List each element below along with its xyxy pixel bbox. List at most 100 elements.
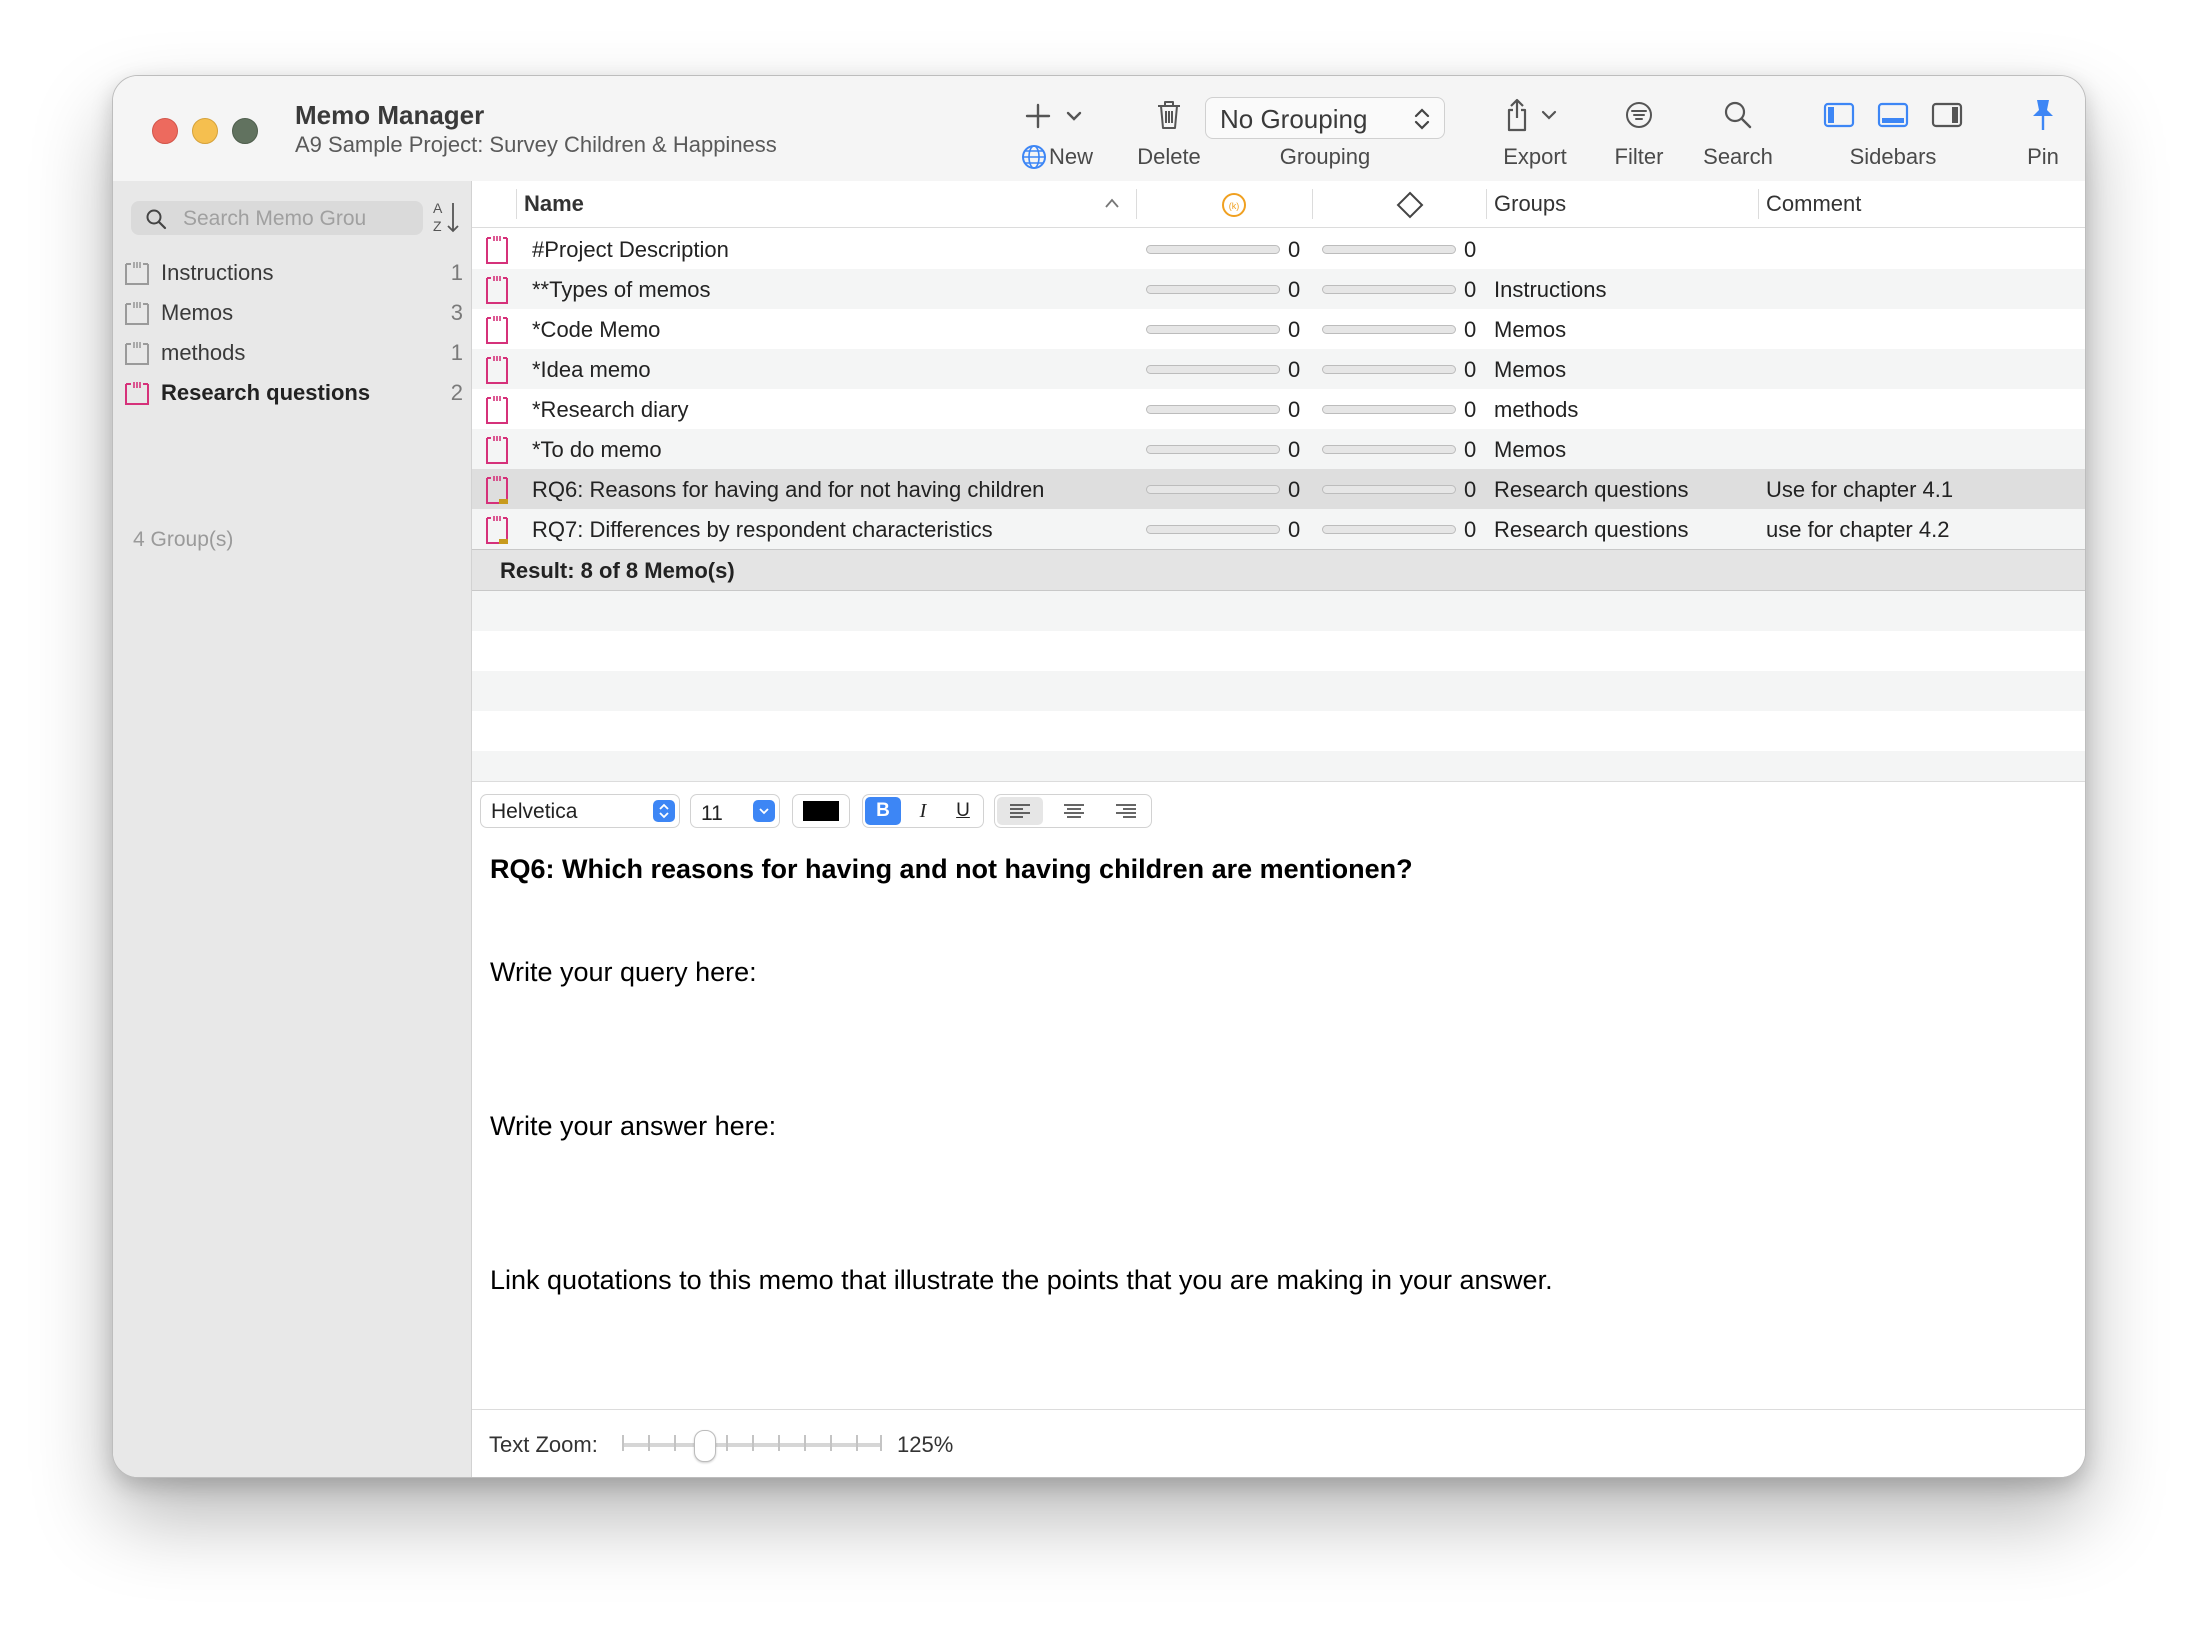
memo-name: *To do memo: [532, 437, 662, 462]
font-select[interactable]: Helvetica: [480, 794, 680, 828]
group-item-research-questions[interactable]: Research questions 2: [123, 374, 463, 412]
links-bar: [1322, 525, 1456, 534]
table-row[interactable]: *To do memo 0 0 Memos: [472, 429, 2085, 469]
sort-az-icon[interactable]: A Z: [431, 199, 461, 235]
memo-groups: Research questions: [1494, 477, 1689, 502]
font-size-select[interactable]: 11: [690, 794, 780, 828]
updown-chevron-icon: [1414, 108, 1430, 130]
svg-text:A: A: [433, 200, 443, 216]
memo-groups: Memos: [1494, 317, 1567, 342]
group-item-methods[interactable]: methods 1: [123, 334, 463, 372]
search-label: Search: [1703, 144, 1773, 169]
memo-name: *Code Memo: [532, 317, 661, 342]
search-icon: [146, 209, 167, 230]
color-swatch: [803, 801, 839, 821]
memo-name: *Research diary: [532, 397, 689, 422]
density-bar: [1146, 445, 1280, 454]
column-name[interactable]: Name: [524, 191, 584, 217]
group-item-instructions[interactable]: Instructions 1: [123, 254, 463, 292]
right-sidebar-icon[interactable]: [1931, 102, 1963, 128]
format-toolbar: Helvetica 11 B I U: [472, 781, 2085, 841]
memo-editor[interactable]: RQ6: Which reasons for having and not ha…: [472, 840, 2085, 1410]
text-color-well[interactable]: [792, 794, 850, 828]
align-right-button[interactable]: [1103, 797, 1149, 825]
column-comment[interactable]: Comment: [1766, 191, 1861, 217]
sidebars-control[interactable]: Sidebars: [1803, 94, 1983, 170]
new-label: New: [1048, 144, 1093, 169]
table-row-selected[interactable]: RQ6: Reasons for having and for not havi…: [472, 469, 2085, 509]
updown-chevron-icon: [653, 800, 675, 822]
links-value: 0: [1464, 237, 1477, 262]
grouping-value: No Grouping: [1220, 104, 1368, 134]
diamond-icon[interactable]: [1396, 191, 1424, 219]
links-bar: [1322, 445, 1456, 454]
left-sidebar-icon[interactable]: [1823, 102, 1855, 128]
grouping-label: Grouping: [1279, 144, 1371, 169]
density-bar: [1146, 325, 1280, 334]
column-groups[interactable]: Groups: [1494, 191, 1566, 217]
italic-button[interactable]: I: [905, 797, 941, 825]
table-row[interactable]: *Code Memo 0 0 Memos: [472, 309, 2085, 349]
memo-groups: Memos: [1494, 357, 1567, 382]
svg-text:(k): (k): [1229, 201, 1240, 211]
close-button[interactable]: [152, 118, 178, 144]
density-bar: [1146, 405, 1280, 414]
table-row[interactable]: *Idea memo 0 0 Memos: [472, 349, 2085, 389]
font-size-value: 11: [701, 802, 723, 825]
memo-group-icon: [125, 302, 149, 325]
export-label: Export: [1503, 144, 1567, 169]
group-count: 2: [450, 380, 463, 405]
text-zoom-bar: Text Zoom: 125%: [472, 1409, 2085, 1477]
density-icon[interactable]: (k): [1220, 191, 1248, 219]
group-search-field[interactable]: Search Memo Grou: [131, 201, 423, 235]
pin-icon: [2013, 94, 2073, 136]
sort-ascending-icon[interactable]: [1104, 197, 1120, 209]
memo-group-icon: [125, 262, 149, 285]
delete-button[interactable]: Delete: [1119, 94, 1219, 170]
density-value: 0: [1288, 277, 1301, 302]
pin-button[interactable]: Pin: [2013, 94, 2073, 170]
search-button[interactable]: Search: [1693, 94, 1783, 170]
bottom-panel-icon[interactable]: [1877, 102, 1909, 128]
share-icon: [1485, 94, 1585, 136]
export-button[interactable]: Export: [1485, 94, 1585, 170]
grouping-select[interactable]: No Grouping: [1205, 97, 1445, 139]
density-value: 0: [1288, 357, 1301, 382]
memo-comment: use for chapter 4.2: [1766, 517, 1950, 542]
svg-text:Z: Z: [433, 218, 442, 234]
table-row[interactable]: *Research diary 0 0 methods: [472, 389, 2085, 429]
align-center-button[interactable]: [1051, 797, 1097, 825]
align-left-icon: [1010, 804, 1030, 818]
editor-line-query: Write your query here:: [490, 957, 757, 987]
density-value: 0: [1288, 317, 1301, 342]
density-value: 0: [1288, 397, 1301, 422]
table-row[interactable]: #Project Description 0 0: [472, 229, 2085, 269]
font-value: Helvetica: [491, 800, 578, 823]
sidebars-label: Sidebars: [1849, 144, 1937, 169]
filter-button[interactable]: Filter: [1599, 94, 1679, 170]
text-zoom-label: Text Zoom:: [489, 1432, 598, 1457]
window-subtitle: A9 Sample Project: Survey Children & Hap…: [295, 132, 777, 157]
align-left-button[interactable]: [997, 797, 1043, 825]
underline-button[interactable]: U: [945, 797, 981, 825]
links-bar: [1322, 325, 1456, 334]
group-item-memos[interactable]: Memos 3: [123, 294, 463, 332]
table-row[interactable]: RQ7: Differences by respondent character…: [472, 509, 2085, 549]
density-value: 0: [1288, 237, 1301, 262]
plus-icon: [1007, 94, 1107, 136]
links-value: 0: [1464, 317, 1477, 342]
zoom-button[interactable]: [232, 118, 258, 144]
memo-icon: [486, 276, 508, 304]
bold-button[interactable]: B: [865, 797, 901, 825]
minimize-button[interactable]: [192, 118, 218, 144]
links-bar: [1322, 285, 1456, 294]
empty-row: [472, 591, 2085, 631]
globe-icon: [1021, 145, 1046, 169]
density-value: 0: [1288, 477, 1301, 502]
density-value: 0: [1288, 517, 1301, 542]
slider-knob[interactable]: [694, 1430, 716, 1462]
table-row[interactable]: **Types of memos 0 0 Instructions: [472, 269, 2085, 309]
new-button[interactable]: New: [1007, 94, 1107, 170]
memo-name: **Types of memos: [532, 277, 711, 302]
links-bar: [1322, 245, 1456, 254]
